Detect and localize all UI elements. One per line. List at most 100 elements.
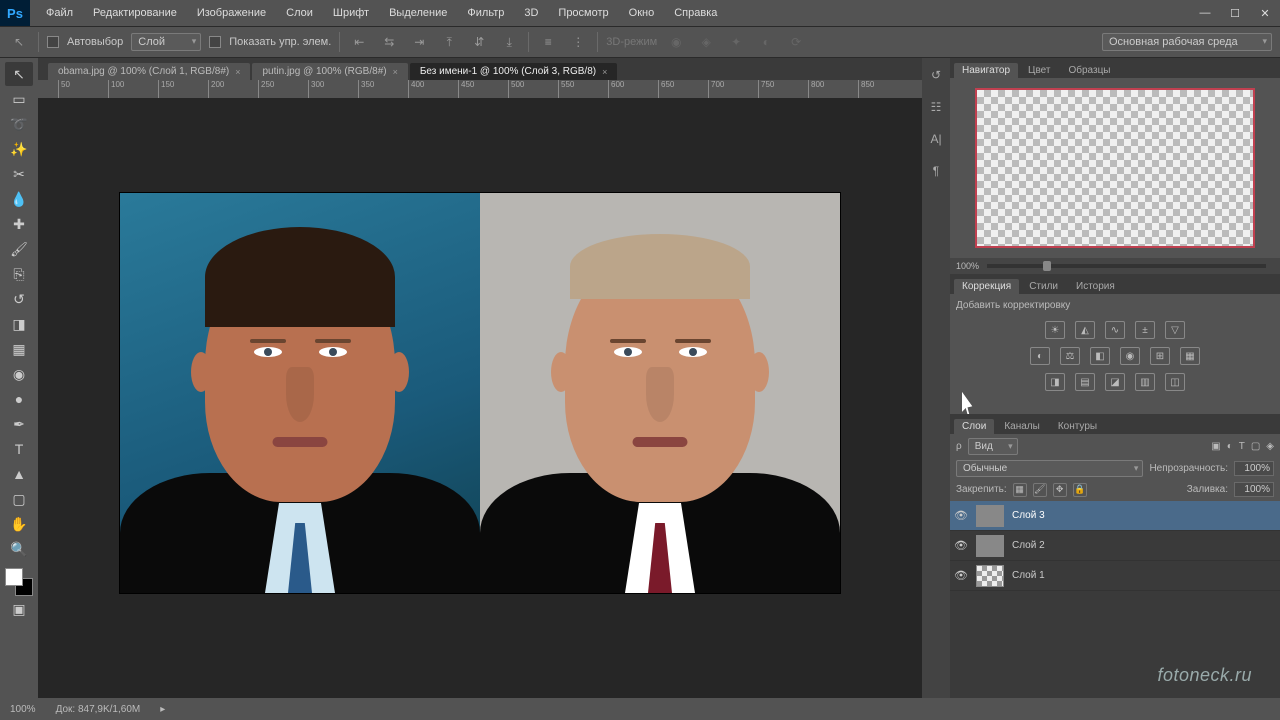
pen-tool[interactable]: ✒ — [5, 412, 33, 436]
character-icon[interactable]: A| — [927, 130, 945, 148]
menu-image[interactable]: Изображение — [187, 7, 276, 19]
align-top-icon[interactable]: ⤒ — [438, 33, 460, 51]
align-center-v-icon[interactable]: ⇵ — [468, 33, 490, 51]
layer-row[interactable]: 👁 Слой 3 — [950, 501, 1280, 531]
menu-type[interactable]: Шрифт — [323, 7, 379, 19]
fill-input[interactable]: 100% — [1234, 482, 1274, 497]
menu-help[interactable]: Справка — [664, 7, 727, 19]
document-tab[interactable]: Без имени-1 @ 100% (Слой 3, RGB/8)× — [410, 63, 618, 80]
opacity-input[interactable]: 100% — [1234, 461, 1274, 476]
history-icon[interactable]: ↺ — [927, 66, 945, 84]
canvas-viewport[interactable] — [38, 98, 922, 698]
history-brush-tool[interactable]: ↺ — [5, 287, 33, 311]
menu-edit[interactable]: Редактирование — [83, 7, 187, 19]
menu-3d[interactable]: 3D — [514, 7, 548, 19]
properties-icon[interactable]: ☷ — [927, 98, 945, 116]
gradient-tool[interactable]: ▦ — [5, 337, 33, 361]
vibrance-icon[interactable]: ▽ — [1165, 321, 1185, 339]
layer-row[interactable]: 👁 Слой 1 — [950, 561, 1280, 591]
selective-color-icon[interactable]: ◫ — [1165, 373, 1185, 391]
align-center-h-icon[interactable]: ⇆ — [378, 33, 400, 51]
layer-row[interactable]: 👁 Слой 2 — [950, 531, 1280, 561]
filter-type-icon[interactable]: T — [1239, 441, 1245, 452]
filter-smart-icon[interactable]: ◈ — [1266, 441, 1274, 452]
layer-thumbnail[interactable] — [976, 505, 1004, 527]
type-tool[interactable]: T — [5, 437, 33, 461]
magic-wand-tool[interactable]: ✨ — [5, 137, 33, 161]
status-arrow-icon[interactable]: ▸ — [160, 704, 165, 715]
menu-select[interactable]: Выделение — [379, 7, 457, 19]
layer-visibility-icon[interactable]: 👁 — [954, 509, 968, 522]
lock-pixels-icon[interactable]: 🖌 — [1033, 483, 1047, 497]
healing-brush-tool[interactable]: ✚ — [5, 212, 33, 236]
bw-icon[interactable]: ◧ — [1090, 347, 1110, 365]
document-tab[interactable]: putin.jpg @ 100% (RGB/8#)× — [252, 63, 407, 80]
tab-channels[interactable]: Каналы — [996, 419, 1048, 434]
close-tab-icon[interactable]: × — [393, 67, 398, 77]
navigator-zoom-slider[interactable] — [987, 264, 1266, 268]
zoom-tool[interactable]: 🔍 — [5, 537, 33, 561]
status-doc-info[interactable]: Док: 847,9K/1,60M — [56, 704, 141, 715]
tab-navigator[interactable]: Навигатор — [954, 63, 1018, 78]
minimize-button[interactable]: — — [1190, 0, 1220, 26]
shape-tool[interactable]: ▢ — [5, 487, 33, 511]
dodge-tool[interactable]: ● — [5, 387, 33, 411]
layer-visibility-icon[interactable]: 👁 — [954, 569, 968, 582]
crop-tool[interactable]: ✂ — [5, 162, 33, 186]
layer-visibility-icon[interactable]: 👁 — [954, 539, 968, 552]
filter-adjust-icon[interactable]: ◐ — [1227, 441, 1233, 452]
brush-tool[interactable]: 🖌 — [5, 237, 33, 261]
3d-icon-1[interactable]: ◉ — [665, 33, 687, 51]
menu-window[interactable]: Окно — [619, 7, 665, 19]
tab-layers[interactable]: Слои — [954, 419, 994, 434]
menu-view[interactable]: Просмотр — [548, 7, 618, 19]
lock-position-icon[interactable]: ✥ — [1053, 483, 1067, 497]
layer-thumbnail[interactable] — [976, 535, 1004, 557]
hue-icon[interactable]: ◐ — [1030, 347, 1050, 365]
navigator-preview[interactable] — [975, 88, 1255, 248]
marquee-tool[interactable]: ▭ — [5, 87, 33, 111]
autoselect-checkbox[interactable] — [47, 36, 59, 48]
lasso-tool[interactable]: ➰ — [5, 112, 33, 136]
tab-swatches[interactable]: Образцы — [1060, 63, 1118, 78]
eyedropper-tool[interactable]: 💧 — [5, 187, 33, 211]
color-swatch[interactable] — [5, 568, 33, 596]
screen-mode-tool[interactable]: ▣ — [5, 597, 33, 621]
brightness-icon[interactable]: ☀ — [1045, 321, 1065, 339]
filter-pixel-icon[interactable]: ▣ — [1211, 441, 1220, 452]
paragraph-icon[interactable]: ¶ — [927, 162, 945, 180]
exposure-icon[interactable]: ± — [1135, 321, 1155, 339]
layer-name[interactable]: Слой 1 — [1012, 570, 1045, 581]
workspace-dropdown[interactable]: Основная рабочая среда — [1102, 33, 1272, 51]
gradient-map-icon[interactable]: ▥ — [1135, 373, 1155, 391]
layer-name[interactable]: Слой 2 — [1012, 540, 1045, 551]
close-tab-icon[interactable]: × — [235, 67, 240, 77]
3d-icon-4[interactable]: ◐ — [755, 33, 777, 51]
3d-icon-3[interactable]: ✦ — [725, 33, 747, 51]
layer-filter-dropdown[interactable]: Вид — [968, 438, 1018, 455]
distribute-v-icon[interactable]: ⋮ — [567, 33, 589, 51]
threshold-icon[interactable]: ◪ — [1105, 373, 1125, 391]
layer-name[interactable]: Слой 3 — [1012, 510, 1045, 521]
hand-tool[interactable]: ✋ — [5, 512, 33, 536]
foreground-color-icon[interactable] — [5, 568, 23, 586]
lock-all-icon[interactable]: 🔒 — [1073, 483, 1087, 497]
align-bottom-icon[interactable]: ⤓ — [498, 33, 520, 51]
show-controls-checkbox[interactable] — [209, 36, 221, 48]
channel-mixer-icon[interactable]: ⊞ — [1150, 347, 1170, 365]
filter-shape-icon[interactable]: ▢ — [1251, 441, 1260, 452]
document-tab[interactable]: obama.jpg @ 100% (Слой 1, RGB/8#)× — [48, 63, 250, 80]
status-zoom[interactable]: 100% — [10, 704, 36, 715]
lock-transparency-icon[interactable]: ▦ — [1013, 483, 1027, 497]
align-right-icon[interactable]: ⇥ — [408, 33, 430, 51]
eraser-tool[interactable]: ◨ — [5, 312, 33, 336]
path-select-tool[interactable]: ▲ — [5, 462, 33, 486]
blend-mode-dropdown[interactable]: Обычные — [956, 460, 1143, 477]
distribute-h-icon[interactable]: ≡ — [537, 33, 559, 51]
tab-styles[interactable]: Стили — [1021, 279, 1066, 294]
color-lookup-icon[interactable]: ▦ — [1180, 347, 1200, 365]
align-left-icon[interactable]: ⇤ — [348, 33, 370, 51]
color-balance-icon[interactable]: ⚖ — [1060, 347, 1080, 365]
tab-paths[interactable]: Контуры — [1050, 419, 1105, 434]
posterize-icon[interactable]: ▤ — [1075, 373, 1095, 391]
